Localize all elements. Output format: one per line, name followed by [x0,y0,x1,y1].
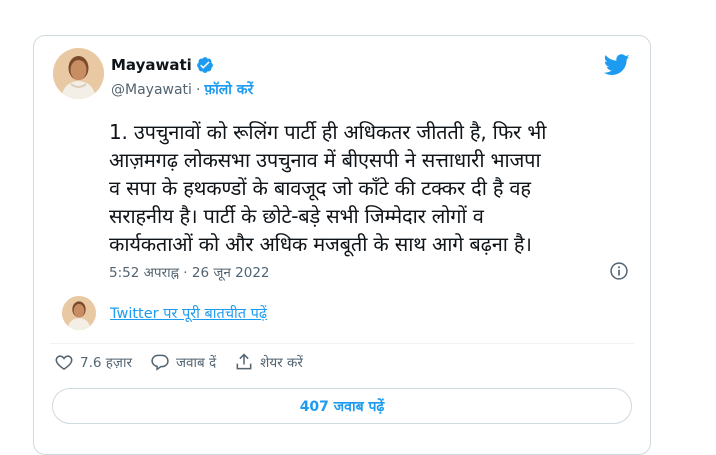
tweet-timestamp[interactable]: 5:52 अपराह्न · 26 जून 2022 [109,263,270,281]
tweet-line: 1. उपचुनावों को रूलिंग पार्टी ही अधिकतर … [109,120,547,144]
reply-icon [151,354,169,371]
thread-avatar [62,296,96,330]
author-name-text[interactable]: Mayawati [111,56,192,74]
verified-badge-icon [196,56,214,74]
reply-button[interactable]: जवाब दें [150,352,216,372]
author-handle[interactable]: @Mayawati [111,82,192,98]
tweet-card: Mayawati @Mayawati · फ़ॉलो करें 1. उपचुन… [33,35,651,455]
share-icon [236,353,252,370]
share-label: शेयर करें [260,355,303,371]
follow-button[interactable]: फ़ॉलो करें [204,80,253,99]
author-avatar[interactable] [53,48,104,99]
read-thread-link[interactable]: Twitter पर पूरी बातचीत पढ़ें [110,303,267,323]
tweet-text: 1. उपचुनावों को रूलिंग पार्टी ही अधिकतर … [109,118,639,258]
tweet-line: व सपा के हथकण्डों के बावजूद जो काँटे की … [109,176,531,200]
author-name[interactable]: Mayawati [111,56,214,74]
separator-dot: · [195,81,201,98]
share-button[interactable]: शेयर करें [234,352,303,372]
tweet-line: कार्यकताओं को और अधिक मजबूती के साथ आगे … [109,232,532,256]
handle-row: @Mayawati · फ़ॉलो करें [111,80,253,99]
divider [50,343,634,344]
heart-icon [55,355,73,370]
like-count: 7.6 हज़ार [80,355,132,371]
tweet-line: सराहनीय है। पार्टी के छोटे-बड़े सभी जिम्… [109,204,484,228]
thread-link-row[interactable]: Twitter पर पूरी बातचीत पढ़ें [62,296,267,330]
action-bar: 7.6 हज़ार जवाब दें शेयर करें [54,352,303,372]
like-button[interactable]: 7.6 हज़ार [54,352,132,372]
tweet-line: आज़मगढ़ लोकसभा उपचुनाव में बीएसपी ने सत्… [109,148,541,172]
info-icon[interactable] [609,261,629,281]
twitter-bird-icon[interactable] [604,54,630,76]
reply-label: जवाब दें [175,355,217,371]
read-replies-button[interactable]: 407 जवाब पढ़ें [52,388,632,424]
